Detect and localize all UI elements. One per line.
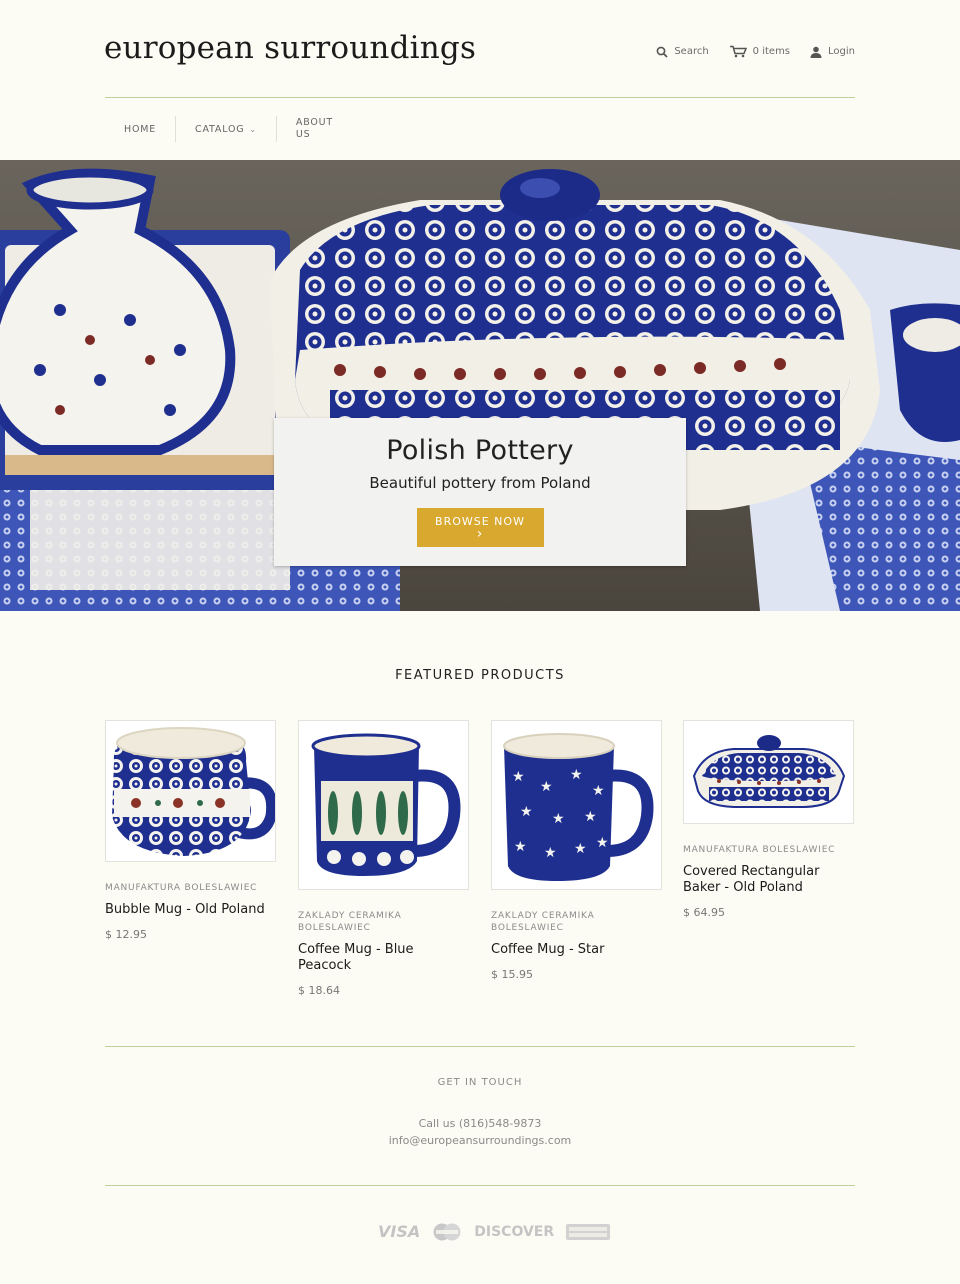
chevron-right-icon: › — [476, 526, 484, 542]
search-link[interactable]: Search — [656, 45, 709, 58]
product-name[interactable]: Bubble Mug - Old Poland — [105, 902, 276, 918]
product-price: $ 64.95 — [683, 906, 725, 919]
hero-subtitle: Beautiful pottery from Poland — [369, 474, 591, 492]
svg-text:★: ★ — [592, 783, 605, 799]
product-name[interactable]: Coffee Mug - Blue Peacock — [298, 942, 469, 974]
svg-text:★: ★ — [570, 767, 583, 783]
svg-text:★: ★ — [512, 769, 525, 785]
product-image[interactable] — [105, 720, 276, 862]
mastercard-icon — [433, 1223, 461, 1240]
svg-text:★: ★ — [514, 839, 527, 855]
header-divider — [105, 97, 855, 98]
nav-home-label: HOME — [124, 123, 157, 135]
product-card[interactable]: MANUFAKTURA BOLESLAWIEC Covered Rectangu… — [683, 720, 854, 919]
nav-about-label-2: US — [295, 129, 311, 140]
search-label: Search — [674, 46, 709, 57]
footer-divider — [105, 1046, 855, 1047]
svg-text:★: ★ — [540, 779, 553, 795]
product-vendor: ZAKLADY CERAMIKA BOLESLAWIEC — [298, 911, 402, 933]
product-price: $ 18.64 — [298, 984, 340, 997]
nav-catalog[interactable]: CATALOG ⌄ — [175, 116, 276, 142]
nav-home[interactable]: HOME — [105, 116, 175, 142]
svg-text:★: ★ — [584, 809, 597, 825]
cart-label: 0 items — [752, 46, 791, 57]
product-name[interactable]: Coffee Mug - Star — [491, 942, 662, 958]
discover-icon: DISCOVER — [474, 1223, 555, 1240]
svg-text:★: ★ — [574, 841, 587, 857]
nav-about[interactable]: ABOUT US — [275, 116, 344, 142]
hero-callout: Polish Pottery Beautiful pottery from Po… — [274, 418, 686, 566]
nav-catalog-label: CATALOG — [195, 123, 245, 135]
product-vendor: ZAKLADY CERAMIKA BOLESLAWIEC — [491, 911, 595, 933]
payment-icons: VISA DISCOVER — [378, 1222, 611, 1241]
visa-icon: VISA — [378, 1222, 421, 1241]
search-icon — [656, 46, 668, 58]
footer-divider-bottom — [105, 1185, 855, 1186]
cart-icon — [729, 45, 747, 58]
browse-now-button[interactable]: BROWSE NOW › — [416, 508, 544, 547]
main-nav: HOME CATALOG ⌄ ABOUT US — [105, 116, 344, 142]
site-logo[interactable]: european surroundings — [104, 30, 476, 66]
product-vendor: MANUFAKTURA BOLESLAWIEC — [683, 845, 836, 855]
product-vendor: MANUFAKTURA BOLESLAWIEC — [105, 883, 258, 893]
hero-banner: Polish Pottery Beautiful pottery from Po… — [0, 160, 960, 611]
svg-text:★: ★ — [596, 835, 609, 851]
svg-text:★: ★ — [552, 811, 565, 827]
cart-link[interactable]: 0 items — [729, 45, 790, 58]
login-label: Login — [828, 46, 855, 57]
product-card[interactable]: ★ ★ ★ ★ ★ ★ ★ ★ ★ ★ ★ ZAKLADY CERAMIKA BOLESLAWI… — [491, 720, 662, 981]
contact-phone: Call us (816)548-9873 — [418, 1117, 542, 1130]
product-image[interactable] — [298, 720, 469, 890]
product-card[interactable]: ZAKLADY CERAMIKA BOLESLAWIEC Coffee Mug … — [298, 720, 469, 997]
svg-text:★: ★ — [544, 845, 557, 861]
nav-about-label-1: ABOUT — [295, 117, 333, 128]
svg-text:★: ★ — [520, 804, 533, 820]
product-image[interactable]: ★ ★ ★ ★ ★ ★ ★ ★ ★ ★ ★ — [491, 720, 662, 890]
contact-email[interactable]: info@europeansurroundings.com — [0, 1134, 960, 1147]
hero-title: Polish Pottery — [386, 435, 574, 466]
user-icon — [810, 46, 822, 58]
product-card[interactable]: MANUFAKTURA BOLESLAWIEC Bubble Mug - Old… — [105, 720, 276, 941]
login-link[interactable]: Login — [810, 45, 855, 58]
product-price: $ 15.95 — [491, 968, 533, 981]
chevron-down-icon: ⌄ — [249, 124, 257, 134]
amex-icon — [566, 1223, 611, 1240]
header-links: Search 0 items Login — [656, 45, 855, 58]
get-in-touch-title: GET IN TOUCH — [437, 1077, 523, 1088]
product-image[interactable] — [683, 720, 854, 824]
product-name[interactable]: Covered Rectangular Baker - Old Poland — [683, 864, 854, 896]
product-price: $ 12.95 — [105, 928, 147, 941]
featured-products-title: FEATURED PRODUCTS — [395, 668, 565, 683]
